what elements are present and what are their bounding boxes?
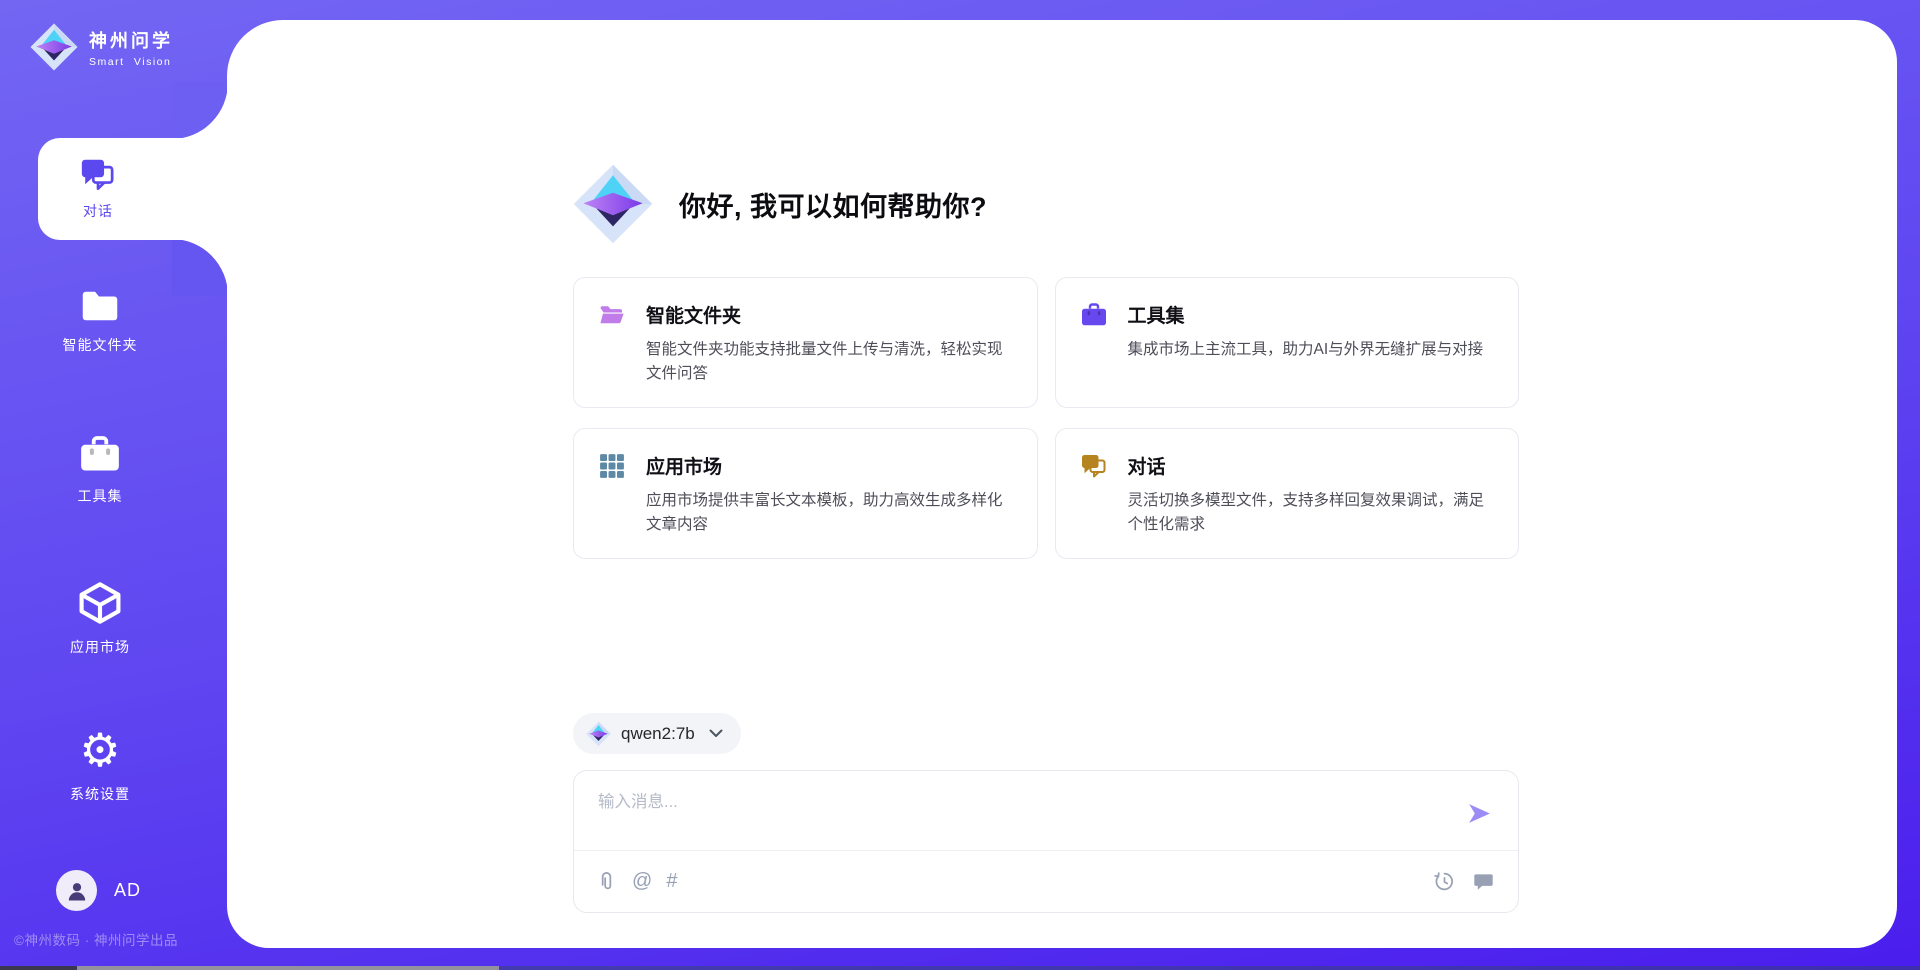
sidebar-item-toolset[interactable]: 工具集 [0, 434, 200, 506]
sidebar-item-label: 智能文件夹 [63, 335, 138, 355]
app-window: 神州问学 Smart Vision 对话 智能文件夹 工具集 应用市场 ⚙ 系统… [0, 0, 1920, 970]
diamond-logo-icon [586, 721, 611, 747]
card-description: 集成市场上主流工具，助力AI与外界无缝扩展与对接 [1128, 338, 1484, 362]
sidebar-item-settings[interactable]: ⚙ 系统设置 [0, 727, 200, 804]
card-title: 智能文件夹 [646, 301, 1013, 328]
brand-subtitle: Smart Vision [89, 56, 173, 68]
message-composer: @ # [573, 770, 1519, 913]
sidebar-item-label: 工具集 [78, 486, 123, 506]
card-description: 灵活切换多模型文件，支持多样回复效果调试，满足个性化需求 [1128, 489, 1495, 537]
cube-icon [77, 580, 123, 626]
attach-icon[interactable] [595, 868, 618, 894]
card-title: 对话 [1128, 452, 1495, 479]
brand: 神州问学 Smart Vision [30, 22, 173, 72]
user-profile[interactable]: AD [56, 870, 141, 911]
feature-cards: 智能文件夹 智能文件夹功能支持批量文件上传与清洗，轻松实现文件问答 工具集 集成… [573, 277, 1519, 559]
card-smart-folder[interactable]: 智能文件夹 智能文件夹功能支持批量文件上传与清洗，轻松实现文件问答 [573, 277, 1038, 408]
grid-icon [598, 453, 626, 479]
card-title: 工具集 [1128, 301, 1484, 328]
sidebar-item-label: 系统设置 [70, 784, 130, 804]
sidebar-item-smart-folder[interactable]: 智能文件夹 [0, 288, 200, 355]
mention-icon[interactable]: @ [632, 868, 652, 894]
person-icon [65, 879, 89, 903]
history-icon[interactable] [1433, 868, 1456, 894]
send-icon [1466, 800, 1493, 827]
greeting-title: 你好, 我可以如何帮助你? [679, 185, 987, 224]
card-description: 应用市场提供丰富长文本模板，助力高效生成多样化文章内容 [646, 489, 1013, 537]
folder-icon [79, 288, 121, 324]
toolbox-icon [78, 434, 122, 475]
message-input[interactable] [598, 788, 1418, 844]
card-title: 应用市场 [646, 452, 1013, 479]
model-selector[interactable]: qwen2:7b [573, 713, 741, 754]
card-app-market[interactable]: 应用市场 应用市场提供丰富长文本模板，助力高效生成多样化文章内容 [573, 428, 1038, 559]
sidebar-footer: ©神州数码 · 神州问学出品 [14, 929, 226, 949]
chat-icon [79, 157, 117, 192]
comment-icon[interactable] [1472, 868, 1495, 894]
hash-icon[interactable]: # [666, 868, 677, 894]
toolbox-icon [1080, 302, 1108, 328]
tab-curve-top [172, 82, 228, 139]
sidebar-item-app-market[interactable]: 应用市场 [0, 580, 200, 657]
model-name: qwen2:7b [621, 724, 695, 744]
chat-icon [1080, 453, 1108, 479]
sidebar-item-chat[interactable]: 对话 [38, 138, 228, 240]
screen-bottom-edge [0, 966, 1920, 970]
main-content: 你好, 我可以如何帮助你? 智能文件夹 智能文件夹功能支持批量文件上传与清洗，轻… [227, 20, 1897, 948]
folder-open-icon [598, 302, 626, 328]
card-chat[interactable]: 对话 灵活切换多模型文件，支持多样回复效果调试，满足个性化需求 [1055, 428, 1520, 559]
card-description: 智能文件夹功能支持批量文件上传与清洗，轻松实现文件问答 [646, 338, 1013, 386]
chevron-down-icon [709, 729, 723, 738]
send-button[interactable] [1466, 800, 1493, 827]
sidebar-item-label: 对话 [83, 201, 113, 221]
composer-divider [574, 850, 1518, 851]
diamond-logo-icon [30, 22, 78, 72]
sidebar-item-label: 应用市场 [70, 637, 130, 657]
diamond-logo-icon [573, 163, 653, 245]
composer-toolbar-right [1433, 868, 1495, 894]
brand-name: 神州问学 [89, 27, 173, 53]
user-initials: AD [114, 880, 141, 901]
composer-toolbar: @ # [595, 864, 1495, 898]
avatar [56, 870, 97, 911]
card-toolset[interactable]: 工具集 集成市场上主流工具，助力AI与外界无缝扩展与对接 [1055, 277, 1520, 408]
greeting: 你好, 我可以如何帮助你? [573, 163, 987, 245]
gear-icon: ⚙ [79, 727, 120, 773]
